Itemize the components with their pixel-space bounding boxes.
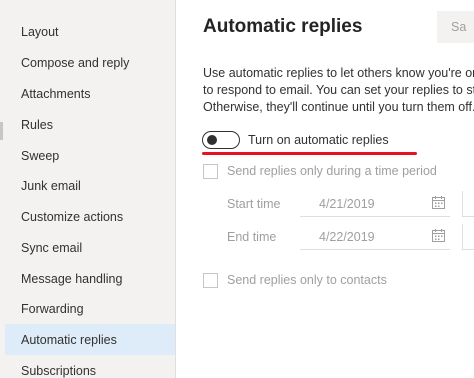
save-button[interactable]: Sa (437, 11, 474, 43)
sidebar-item-label: Layout (21, 24, 59, 39)
sidebar-item-label: Customize actions (21, 209, 124, 224)
settings-sidebar: Layout Compose and reply Attachments Rul… (0, 0, 176, 378)
sidebar-item-label: Rules (21, 117, 53, 132)
time-period-checkbox-row: Send replies only during a time period (203, 162, 437, 180)
description-text: Use automatic replies to let others know… (203, 65, 474, 116)
contacts-only-label: Send replies only to contacts (227, 273, 387, 287)
description-line: Otherwise, they'll continue until you tu… (203, 100, 474, 114)
page-title: Automatic replies (203, 16, 363, 37)
sidebar-item-compose-and-reply[interactable]: Compose and reply (5, 47, 175, 78)
sidebar-item-forwarding[interactable]: Forwarding (5, 293, 175, 324)
end-time-label: End time (227, 230, 277, 244)
time-period-label: Send replies only during a time period (227, 164, 437, 178)
sidebar-item-label: Forwarding (21, 301, 84, 316)
calendar-icon[interactable] (432, 196, 445, 209)
toggle-knob (207, 135, 217, 145)
description-line: to respond to email. You can set your re… (203, 83, 474, 97)
toggle-label: Turn on automatic replies (248, 133, 389, 147)
start-date-value: 4/21/2019 (319, 196, 375, 211)
sidebar-item-junk-email[interactable]: Junk email (5, 170, 175, 201)
start-time-field[interactable] (462, 191, 474, 217)
sidebar-item-label: Sync email (21, 240, 83, 255)
description-line: Use automatic replies to let others know… (203, 66, 474, 80)
sidebar-item-label: Compose and reply (21, 55, 130, 70)
sidebar-edge-mark (0, 122, 3, 140)
start-time-label: Start time (227, 197, 281, 211)
time-period-checkbox[interactable] (203, 163, 218, 179)
sidebar-item-label: Junk email (21, 178, 81, 193)
automatic-replies-panel: Automatic replies Sa Use automatic repli… (176, 0, 474, 378)
sidebar-item-label: Message handling (21, 271, 123, 286)
contacts-checkbox-row: Send replies only to contacts (203, 271, 387, 289)
sidebar-item-subscriptions[interactable]: Subscriptions (5, 355, 175, 378)
sidebar-item-automatic-replies[interactable]: Automatic replies (5, 324, 175, 355)
sidebar-item-sweep[interactable]: Sweep (5, 140, 175, 171)
automatic-replies-toggle-row: Turn on automatic replies (202, 130, 389, 150)
sidebar-item-layout[interactable]: Layout (5, 16, 175, 47)
sidebar-item-rules[interactable]: Rules (5, 109, 175, 140)
sidebar-item-attachments[interactable]: Attachments (5, 78, 175, 109)
end-time-field[interactable] (462, 224, 474, 250)
contacts-only-checkbox[interactable] (203, 272, 218, 288)
sidebar-item-label: Sweep (21, 148, 60, 163)
sidebar-item-label: Subscriptions (21, 363, 97, 378)
sidebar-item-label: Attachments (21, 86, 91, 101)
sidebar-item-customize-actions[interactable]: Customize actions (5, 201, 175, 232)
sidebar-item-message-handling[interactable]: Message handling (5, 263, 175, 294)
sidebar-item-sync-email[interactable]: Sync email (5, 232, 175, 263)
calendar-icon[interactable] (432, 229, 445, 242)
save-button-label: Sa (451, 20, 467, 34)
automatic-replies-toggle[interactable] (202, 131, 240, 149)
end-date-field[interactable]: 4/22/2019 (300, 224, 450, 250)
sidebar-item-label: Automatic replies (21, 332, 117, 347)
start-date-field[interactable]: 4/21/2019 (300, 191, 450, 217)
end-date-value: 4/22/2019 (319, 229, 375, 244)
annotation-underline (202, 152, 417, 155)
